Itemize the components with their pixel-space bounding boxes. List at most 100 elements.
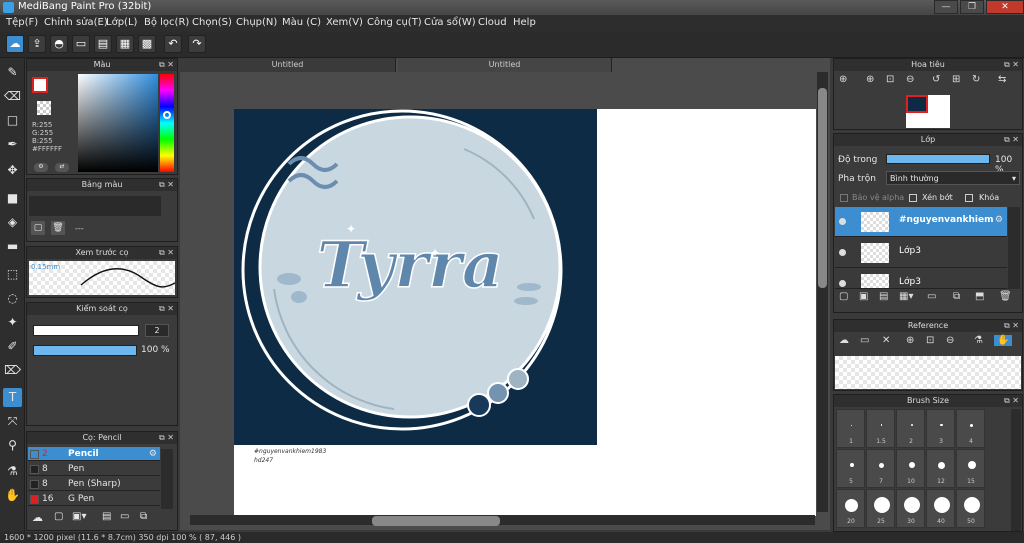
operation-tool-icon[interactable]: ⤧ xyxy=(3,412,22,431)
menu-filter[interactable]: Bộ lọc(R) xyxy=(144,17,189,28)
brush-size-cell[interactable]: 2 xyxy=(896,409,925,448)
hand-tool-icon[interactable]: ✋ xyxy=(3,486,22,505)
protect-alpha-checkbox[interactable] xyxy=(840,194,848,202)
navigator-thumbnail[interactable] xyxy=(906,95,950,128)
menu-snap[interactable]: Chụp(N) xyxy=(236,17,277,28)
zoom-in-icon[interactable]: ⊕ xyxy=(839,74,847,85)
menu-edit[interactable]: Chỉnh sửa(E) xyxy=(44,17,108,28)
eye-icon[interactable] xyxy=(839,280,846,287)
palette-area[interactable] xyxy=(29,196,161,216)
canvas-horizontal-scrollbar[interactable] xyxy=(190,515,815,525)
page-icon[interactable]: ▤ xyxy=(94,35,112,53)
reference-canvas[interactable] xyxy=(835,356,1021,389)
gear-icon[interactable]: ⚙ xyxy=(995,215,1003,225)
menu-layer[interactable]: Lớp(L) xyxy=(106,17,137,28)
layer-row[interactable]: Lớp3 xyxy=(835,238,1007,268)
zoom-out-icon[interactable]: ⊖ xyxy=(906,74,914,85)
gear-icon[interactable]: ⚙ xyxy=(149,447,157,461)
flip-icon[interactable]: ⇆ xyxy=(998,74,1006,85)
pen-tool-icon[interactable]: ✒ xyxy=(3,135,22,154)
move-tool-icon[interactable]: ✥ xyxy=(3,161,22,180)
lock-checkbox[interactable] xyxy=(965,194,973,202)
new-layer-icon[interactable]: ▢ xyxy=(839,291,848,302)
panel-close-icon[interactable]: ⧉ ✕ xyxy=(1004,59,1019,71)
copy-layer-icon[interactable]: ▣ xyxy=(859,291,868,302)
menu-help[interactable]: Help xyxy=(513,17,536,28)
grid-icon[interactable]: ▩ xyxy=(138,35,156,53)
panel-close-icon[interactable]: ⧉ ✕ xyxy=(1004,395,1019,407)
menu-window[interactable]: Cửa sổ(W) xyxy=(424,17,476,28)
cloud-brush-icon[interactable]: ☁ xyxy=(32,511,43,524)
zoom-in-icon[interactable]: ⊕ xyxy=(866,74,874,85)
panel-close-icon[interactable]: ⧉ ✕ xyxy=(1004,134,1019,146)
brush-add-dropdown-icon[interactable]: ▣▾ xyxy=(72,511,86,522)
brush-size-cell[interactable]: 40 xyxy=(926,489,955,528)
select-eraser-icon[interactable]: ⌦ xyxy=(3,361,22,380)
close-button[interactable]: ✕ xyxy=(986,0,1024,14)
layer-opacity-slider[interactable] xyxy=(886,154,990,164)
fill-rect-icon[interactable]: ■ xyxy=(3,189,22,208)
color-saturation-field[interactable] xyxy=(78,74,158,172)
select-rect-icon[interactable]: ⬚ xyxy=(3,265,22,284)
eyedropper-icon[interactable]: ⚗ xyxy=(3,462,22,481)
canvas-vertical-scroll-thumb[interactable] xyxy=(818,88,827,288)
brush-size-cell[interactable]: 25 xyxy=(866,489,895,528)
new-palette-icon[interactable]: ▢ xyxy=(31,221,45,235)
brush-size-cell[interactable]: 5 xyxy=(836,449,865,488)
brush-size-scrollbar[interactable] xyxy=(1011,409,1021,531)
panel-close-icon[interactable]: ⧉ ✕ xyxy=(159,179,174,191)
lasso-tool-icon[interactable]: ◌ xyxy=(3,289,22,308)
minimize-button[interactable]: — xyxy=(934,0,958,14)
redo-icon[interactable]: ↷ xyxy=(188,35,206,53)
brush-size-cell[interactable]: 20 xyxy=(836,489,865,528)
layer-list-scrollbar[interactable] xyxy=(1008,207,1020,289)
brush-copy-icon[interactable]: ▤ xyxy=(102,511,111,522)
background-color-swatch[interactable] xyxy=(37,101,51,115)
undo-icon[interactable]: ↶ xyxy=(164,35,182,53)
layer-row[interactable]: #nguyenvankhiem ⚙ xyxy=(835,207,1007,237)
navigator-viewport[interactable] xyxy=(906,95,928,113)
rotate-left-icon[interactable]: ↺ xyxy=(932,74,940,85)
brush-size-cell[interactable]: 1.5 xyxy=(866,409,895,448)
gradient-tool-icon[interactable]: ▬ xyxy=(3,237,22,256)
zoom-in-icon[interactable]: ⊕ xyxy=(906,335,914,346)
menu-cloud[interactable]: Cloud xyxy=(478,17,507,28)
maximize-button[interactable]: ❐ xyxy=(960,0,984,14)
new-halftone-layer-icon[interactable]: ▤ xyxy=(879,291,888,302)
speech-bubble-icon[interactable]: ▭ xyxy=(72,35,90,53)
bucket-tool-icon[interactable]: ◈ xyxy=(3,213,22,232)
folder-icon[interactable]: ▭ xyxy=(120,511,129,522)
opacity-slider[interactable] xyxy=(33,345,137,356)
eyedropper-icon[interactable]: ⚗ xyxy=(974,335,983,346)
hand-icon[interactable]: ✋ xyxy=(994,335,1013,346)
tab-untitled-2[interactable]: Untitled xyxy=(398,58,612,72)
brush-size-cell[interactable]: 30 xyxy=(896,489,925,528)
zoom-out-icon[interactable]: ⊖ xyxy=(946,335,954,346)
hue-slider-thumb[interactable] xyxy=(163,111,171,119)
layer-row[interactable]: Lớp3 xyxy=(835,269,1007,289)
brush-list-scrollbar[interactable] xyxy=(161,449,173,509)
size-slider[interactable] xyxy=(33,325,139,336)
dropper-tool-icon[interactable]: ⚲ xyxy=(3,436,22,455)
cloud-icon[interactable]: ☁ xyxy=(6,35,24,53)
brush-item-pen[interactable]: 8 Pen xyxy=(28,462,160,476)
brush-item-pencil[interactable]: 2 Pencil ⚙ xyxy=(28,447,160,461)
color-add-icon[interactable]: ⚙ xyxy=(34,163,48,172)
menu-view[interactable]: Xem(V) xyxy=(326,17,363,28)
rect-tool-icon[interactable]: □ xyxy=(3,111,22,130)
panel-close-icon[interactable]: ⧉ ✕ xyxy=(159,247,174,259)
page-list-icon[interactable]: ▦ xyxy=(116,35,134,53)
brush-size-cell[interactable]: 50 xyxy=(956,489,985,528)
panel-close-icon[interactable]: ⧉ ✕ xyxy=(159,432,174,444)
canvas-horizontal-scroll-thumb[interactable] xyxy=(372,516,500,526)
cloud-icon[interactable]: ☁ xyxy=(839,335,849,346)
trash-icon[interactable]: 🗑 xyxy=(999,291,1012,302)
reset-rotation-icon[interactable]: ⊞ xyxy=(952,74,960,85)
clipping-checkbox[interactable] xyxy=(909,194,917,202)
fit-icon[interactable]: ⊡ xyxy=(886,74,894,85)
menu-select[interactable]: Chọn(S) xyxy=(192,17,232,28)
brush-item-pen-sharp[interactable]: 8 Pen (Sharp) xyxy=(28,477,160,491)
panel-close-icon[interactable]: ⧉ ✕ xyxy=(159,303,174,315)
eye-icon[interactable] xyxy=(839,218,846,225)
brush-tool-icon[interactable]: ✎ xyxy=(3,63,22,82)
